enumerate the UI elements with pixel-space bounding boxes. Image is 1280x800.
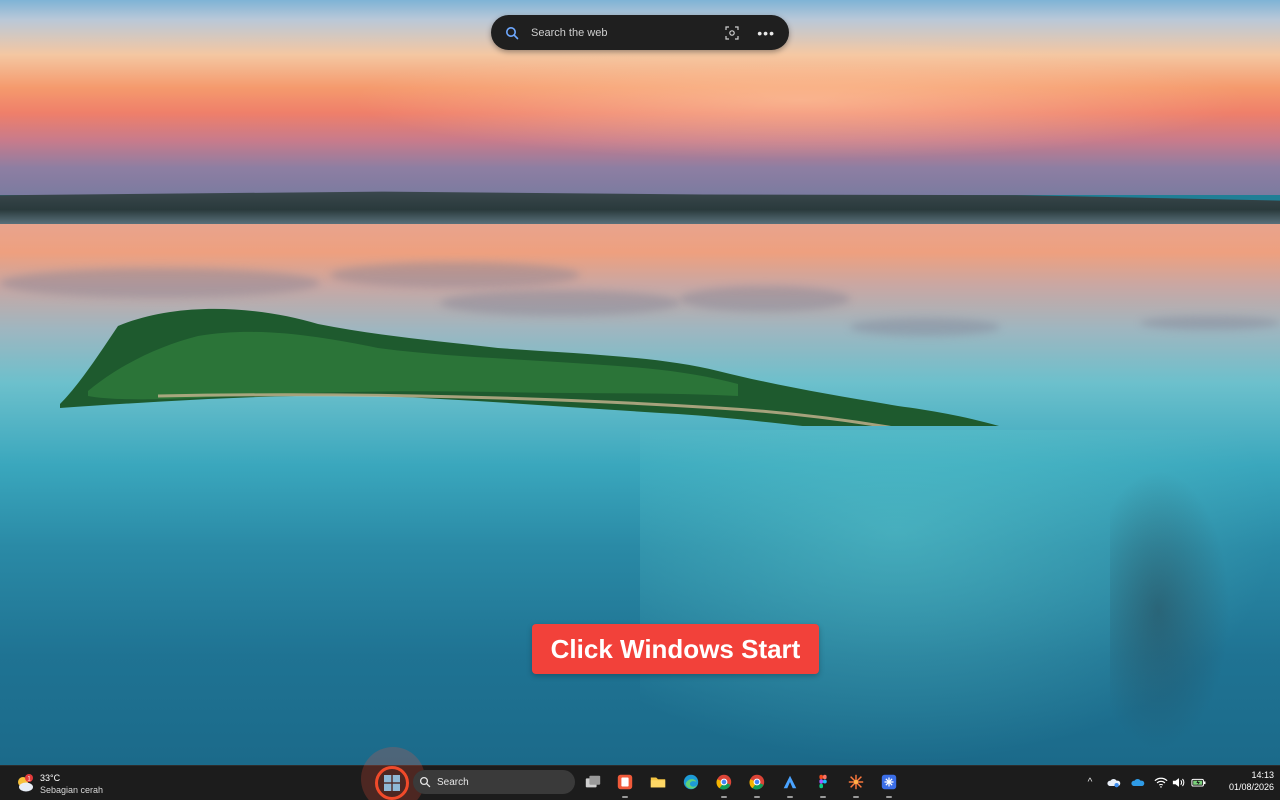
desktop-wallpaper [0,0,1280,800]
cloud-reflection [330,262,580,288]
chrome-icon[interactable] [712,770,736,798]
app-star-icon[interactable] [844,770,868,798]
chrome-profile-icon[interactable] [745,770,769,798]
search-icon [506,26,519,39]
battery-charging-icon[interactable] [1190,771,1208,793]
visual-search-icon[interactable] [725,25,739,40]
wallpaper-island [60,308,1000,426]
show-hidden-icons-button[interactable]: ^ [1083,771,1097,793]
wallpaper-sky-glow [350,40,1250,160]
taskbar-search-label[interactable]: Search [437,777,469,788]
figma-icon[interactable] [811,770,835,798]
start-button[interactable] [375,766,409,800]
wallpaper-sandbar [1110,470,1230,750]
cloud-reflection [1140,316,1280,330]
file-explorer-icon[interactable] [646,770,670,794]
web-search-placeholder[interactable]: Search the web [531,27,725,39]
more-options-icon[interactable]: ••• [757,26,775,40]
app-a-icon[interactable] [778,770,802,798]
clock-time: 14:13 [1251,770,1274,780]
edge-icon[interactable] [679,770,703,794]
app-red-icon[interactable] [613,770,637,798]
weather-temperature: 33°C [40,773,61,783]
volume-icon[interactable] [1171,771,1187,793]
wifi-icon[interactable] [1153,771,1169,793]
search-icon [419,776,431,788]
cloud-reflection [0,268,320,298]
weather-widget[interactable]: 1 33°C Sebagian cerah [14,770,103,798]
web-search-bar[interactable]: Search the web ••• [491,15,789,50]
windows-logo-icon [384,775,400,791]
onedrive-sync-icon[interactable] [1106,771,1122,793]
app-blue-icon[interactable] [877,770,901,798]
instruction-callout: Click Windows Start [532,624,819,674]
onedrive-icon[interactable] [1130,771,1146,793]
taskbar-search-box[interactable]: Search [413,770,575,794]
taskbar-clock[interactable]: 14:13 01/08/2026 [1212,769,1274,793]
weather-condition: Sebagian cerah [40,785,104,795]
clock-date: 01/08/2026 [1228,782,1274,792]
task-view-icon[interactable] [581,770,605,794]
partly-sunny-icon: 1 [14,773,36,795]
